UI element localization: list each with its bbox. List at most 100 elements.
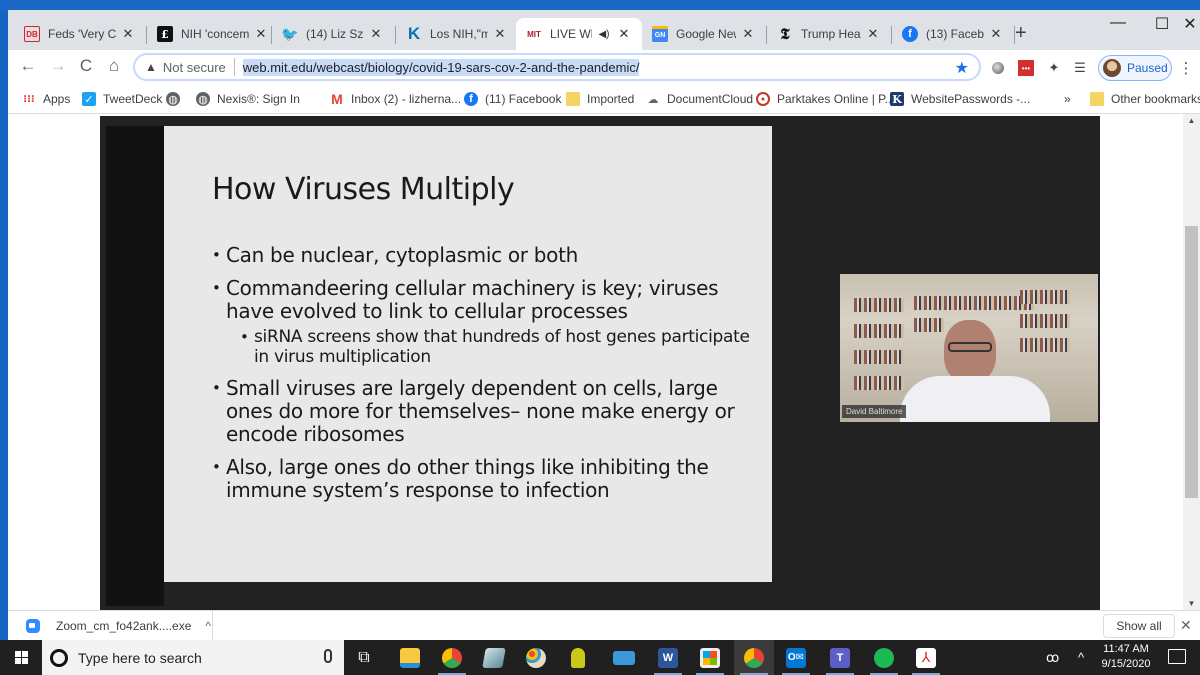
bookmarks-overflow-button[interactable]: » xyxy=(1064,92,1071,106)
warning-icon[interactable]: ▲ xyxy=(145,60,157,74)
bookmark-websitepasswords[interactable]: K WebsitePasswords -... xyxy=(890,92,1030,106)
slide-bullet: Also, large ones do other things like in… xyxy=(212,456,752,502)
divider xyxy=(233,58,235,76)
teams-icon[interactable]: T xyxy=(820,640,860,675)
bookmark-tweetdeck[interactable]: ✓ TweetDeck xyxy=(82,92,162,106)
close-window-button[interactable]: ✕ xyxy=(1170,14,1200,34)
bookmark-facebook[interactable]: f (11) Facebook xyxy=(464,92,561,106)
bookmark-parktakes[interactable]: ● Parktakes Online | P... xyxy=(756,92,895,106)
bookmark-other[interactable]: Other bookmarks xyxy=(1090,92,1200,106)
webcast-video[interactable]: How Viruses Multiply Can be nuclear, cyt… xyxy=(100,116,1100,610)
bookmark-nexis[interactable]: ◍ Nexis®: Sign In xyxy=(196,92,300,106)
file-explorer-icon[interactable] xyxy=(390,640,430,675)
tab-live-webcast[interactable]: MIT LIVE WEBC ◀) ✕ xyxy=(516,18,642,50)
audio-playing-icon[interactable]: ◀) xyxy=(596,29,612,40)
start-button[interactable] xyxy=(0,640,42,675)
nyt-icon: 𝕿 xyxy=(780,25,790,43)
spotify-icon[interactable] xyxy=(864,640,904,675)
tab-nih[interactable]: £ NIH 'conceme ✕ xyxy=(147,18,279,50)
extension-red-icon[interactable]: ••• xyxy=(1018,60,1034,76)
video-letterbox xyxy=(106,126,164,606)
action-center-icon[interactable] xyxy=(1168,649,1186,664)
windows-taskbar: Type here to search ⧉ W O✉ T ⅄ ꝏ ^ 11:47… xyxy=(0,640,1200,675)
close-icon[interactable]: ✕ xyxy=(740,26,756,42)
close-icon[interactable]: ✕ xyxy=(120,26,136,42)
home-button[interactable]: ⌂ xyxy=(102,56,126,76)
scroll-up-arrow[interactable]: ▲ xyxy=(1183,116,1200,125)
tab-daily-beast[interactable]: DB Feds 'Very Con ✕ xyxy=(14,18,146,50)
minimize-button[interactable]: — xyxy=(1098,14,1138,32)
slide-bullet: Can be nuclear, cytoplasmic or both xyxy=(212,244,752,268)
reload-button[interactable]: C xyxy=(74,56,98,76)
bookmark-documentcloud[interactable]: ☁ DocumentCloud xyxy=(646,92,754,106)
url-text[interactable]: web.mit.edu/webcast/biology/covid-19-sar… xyxy=(242,58,640,76)
task-view-icon[interactable]: ⧉ xyxy=(344,640,384,675)
cloud-icon: ☁ xyxy=(647,93,659,106)
globe-icon: ◍ xyxy=(166,92,180,106)
mit-icon: MIT xyxy=(527,29,541,39)
download-item[interactable]: Zoom_cm_fo42ank....exe ^ xyxy=(8,611,213,641)
chrome-icon[interactable] xyxy=(432,640,472,675)
bookmark-globe[interactable]: ◍ xyxy=(166,92,187,106)
bookshelf xyxy=(1020,290,1070,304)
new-tab-button[interactable]: + xyxy=(1015,22,1027,45)
close-download-bar-button[interactable]: ✕ xyxy=(1180,617,1192,634)
close-icon[interactable]: ✕ xyxy=(492,26,508,42)
k-icon: K xyxy=(407,24,421,43)
notepad-icon[interactable] xyxy=(474,640,514,675)
extensions-puzzle-icon[interactable]: ✦ xyxy=(1046,60,1062,76)
tab-google-news[interactable]: GN Google News ✕ xyxy=(642,18,766,50)
acrobat-icon[interactable]: ⅄ xyxy=(906,640,946,675)
word-icon[interactable]: W xyxy=(648,640,688,675)
close-icon[interactable]: ✕ xyxy=(616,26,632,42)
address-bar[interactable]: ▲ Not secure web.mit.edu/webcast/biology… xyxy=(133,53,981,81)
forward-button[interactable]: → xyxy=(46,56,70,76)
slide-bullet: Small viruses are largely dependent on c… xyxy=(212,377,752,446)
taskbar-search[interactable]: Type here to search xyxy=(42,640,344,675)
people-icon[interactable]: ꝏ xyxy=(1046,640,1059,675)
parktakes-icon: ● xyxy=(756,92,770,106)
chevron-up-icon[interactable]: ^ xyxy=(205,619,211,633)
bookmark-gmail[interactable]: M Inbox (2) - lizherna... xyxy=(330,91,461,107)
extension-circle-icon[interactable] xyxy=(990,60,1006,76)
tab-facebook[interactable]: f (13) Facebook ✕ xyxy=(892,18,1014,50)
bookmark-folder-imported[interactable]: Imported xyxy=(566,92,634,106)
scrollbar-thumb[interactable] xyxy=(1185,226,1198,498)
show-hidden-icons-chevron[interactable]: ^ xyxy=(1078,640,1084,675)
keepass-icon[interactable] xyxy=(558,640,598,675)
clock-date: 9/15/2020 xyxy=(1101,658,1151,670)
scroll-down-arrow[interactable]: ▼ xyxy=(1183,599,1200,608)
windows-logo-icon xyxy=(21,651,28,657)
close-icon[interactable]: ✕ xyxy=(865,26,881,42)
system-clock[interactable]: 11:47 AM 9/15/2020 xyxy=(1096,642,1156,672)
microsoft-store-icon[interactable] xyxy=(690,640,730,675)
zoom-app-icon xyxy=(26,619,40,633)
show-all-button[interactable]: Show all xyxy=(1103,614,1175,638)
bookmark-star-icon[interactable]: ★ xyxy=(955,58,969,78)
close-icon[interactable]: ✕ xyxy=(988,26,1004,42)
back-button[interactable]: ← xyxy=(16,56,40,76)
close-icon[interactable]: ✕ xyxy=(368,26,384,42)
page-scrollbar[interactable]: ▲ ▼ xyxy=(1183,114,1200,610)
tab-trump-health[interactable]: 𝕿 Trump Health ✕ xyxy=(767,18,891,50)
close-icon[interactable]: ✕ xyxy=(253,26,269,42)
speaker-shirt xyxy=(900,376,1050,422)
control-panel-icon[interactable] xyxy=(604,640,644,675)
speaker-glasses xyxy=(948,342,992,352)
chrome-active-icon[interactable] xyxy=(734,640,774,675)
bookshelf xyxy=(854,298,904,312)
bookmark-apps[interactable]: ⁝⁝⁝ Apps xyxy=(22,92,70,106)
tab-los-nih[interactable]: K Los NIH,"muy ✕ xyxy=(396,18,518,50)
avatar xyxy=(1103,59,1121,77)
tab-twitter[interactable]: 🐦 (14) Liz Szabo ✕ xyxy=(272,18,394,50)
paint-icon[interactable] xyxy=(516,640,556,675)
tab-title: (14) Liz Szabo xyxy=(306,27,364,41)
media-queue-icon[interactable]: ☰ xyxy=(1072,60,1088,76)
menu-icon[interactable]: ⋮ xyxy=(1178,60,1194,77)
microphone-icon[interactable] xyxy=(324,649,332,663)
slide-sub-bullet: siRNA screens show that hundreds of host… xyxy=(240,327,752,367)
profile-button[interactable]: Paused xyxy=(1098,55,1172,81)
outlook-icon[interactable]: O✉ xyxy=(776,640,816,675)
folder-icon xyxy=(1090,92,1104,106)
security-label[interactable]: Not secure xyxy=(163,60,226,75)
